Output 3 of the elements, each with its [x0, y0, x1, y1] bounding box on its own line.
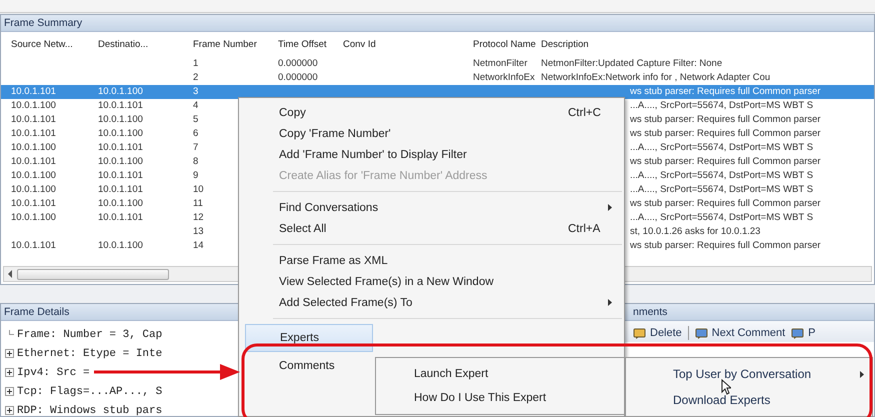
shortcut-label: Ctrl+A — [568, 222, 602, 234]
shortcut-label: Ctrl+C — [568, 106, 602, 118]
panel-title: Frame Summary — [1, 15, 874, 32]
